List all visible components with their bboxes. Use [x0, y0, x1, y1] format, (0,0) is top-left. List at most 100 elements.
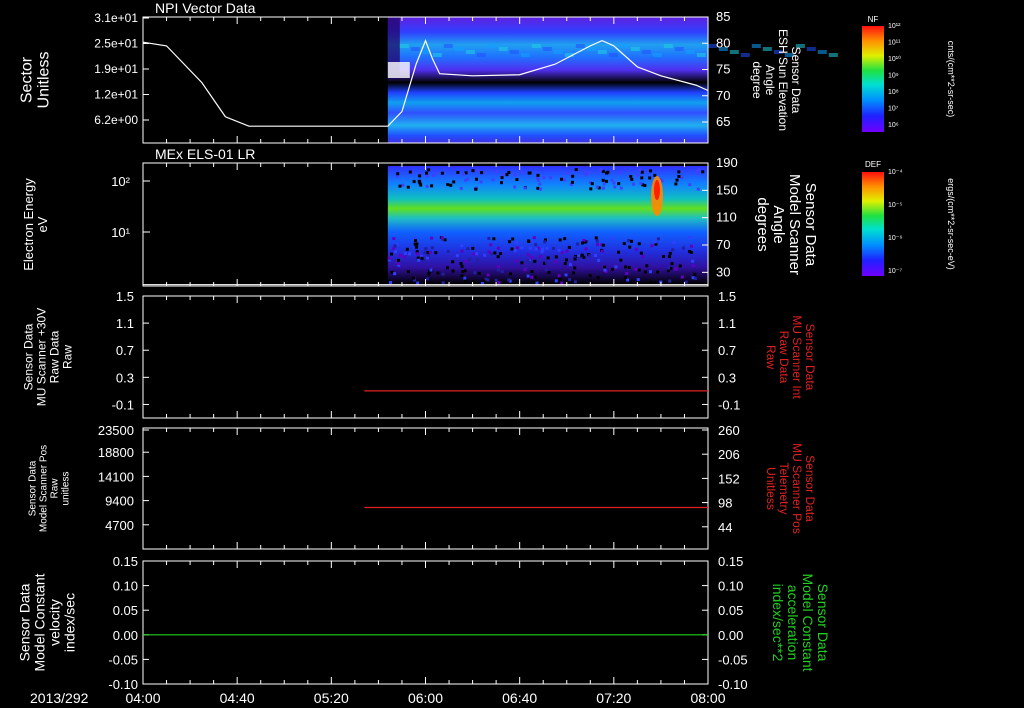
els-heatmap-speck [451, 269, 455, 273]
els-heatmap-speck [530, 275, 534, 279]
els-heatmap-speck [492, 237, 496, 241]
els-heatmap-speck [576, 242, 580, 246]
els-heatmap-speck [601, 178, 605, 182]
els-heatmap-speck [538, 255, 542, 259]
els-heatmap-speck [497, 280, 501, 284]
els-heatmap-speck [532, 280, 536, 284]
els-heatmap-speck [430, 184, 434, 188]
els-heatmap-speck [406, 270, 410, 274]
right-axis-title-line: acceleration [785, 585, 801, 661]
els-heatmap-speck [640, 176, 644, 180]
els-heatmap-speck [619, 171, 623, 175]
els-heatmap-speck [414, 239, 418, 243]
def-colorbar [862, 172, 884, 276]
npi-heatmap-cell [454, 47, 464, 51]
els-heatmap-speck [547, 270, 551, 274]
els-heatmap-speck [573, 257, 577, 261]
npi-heatmap-cell [476, 53, 486, 57]
els-heatmap-speck [527, 171, 531, 175]
els-heatmap-speck [533, 259, 537, 263]
els-heatmap-speck [627, 266, 631, 270]
right-tick-label: 0.15 [718, 554, 743, 569]
els-heatmap-speck [603, 265, 607, 269]
els-heatmap-speck [487, 236, 491, 240]
els-heatmap-speck [617, 182, 621, 186]
right-tick-label: 0.05 [718, 603, 743, 618]
npi-heatmap-cell [498, 47, 508, 51]
els-heatmap-speck [543, 240, 547, 244]
els-heatmap-speck [571, 174, 575, 178]
els-heatmap-speck [619, 186, 623, 190]
right-axis-title-line: Sensor Data [803, 324, 817, 391]
left-axis-title-line: Sector [19, 56, 36, 103]
els-heatmap-speck [674, 182, 678, 186]
right-tick-label: 70 [716, 237, 730, 252]
colorbar-tick-label: 10⁹ [888, 73, 899, 80]
npi-heatmap-cell [542, 47, 552, 51]
els-heatmap-speck [672, 240, 676, 244]
right-axis-title-line: degree [750, 61, 764, 99]
els-heatmap-speck [563, 178, 567, 182]
els-heatmap-speck [545, 246, 549, 250]
els-heatmap-speck [390, 252, 394, 256]
els-heatmap-speck [440, 236, 444, 240]
right-tick-label: 75 [716, 62, 730, 77]
els-heatmap-speck [689, 244, 693, 248]
right-axis-title-line: ESH Sun Elevation [776, 29, 790, 131]
els-heatmap-speck [639, 251, 643, 255]
els-heatmap-speck [417, 258, 421, 262]
els-heatmap-speck [534, 243, 538, 247]
left-tick-label: 23500 [98, 423, 134, 438]
right-axis-title-line: Sensor Data [802, 183, 819, 267]
els-heatmap-speck [390, 270, 394, 274]
els-heatmap-speck [526, 274, 530, 278]
els-heatmap-speck [459, 186, 463, 190]
els-heatmap-speck [573, 280, 577, 284]
left-axis-title-line: Sensor Data [17, 583, 33, 661]
npi-heatmap-cell [641, 50, 651, 54]
right-tick-label: 85 [716, 9, 730, 24]
colorbar-tick-label: 10⁻⁷ [888, 268, 902, 275]
els-heatmap-speck [637, 268, 641, 272]
right-tick-label: 80 [716, 35, 730, 50]
els-heatmap-speck [540, 250, 544, 254]
els-heatmap-speck [496, 255, 500, 259]
els-heatmap-speck [476, 168, 480, 172]
els-heatmap-speck [538, 187, 542, 191]
els-heatmap-speck [393, 244, 397, 248]
nf-colorbar [862, 26, 884, 132]
els-heatmap-speck [583, 170, 587, 174]
els-heatmap-speck [452, 180, 456, 184]
left-axis-title-line: Raw [61, 345, 75, 369]
els-heatmap-speck [462, 172, 466, 176]
els-heatmap-speck [668, 251, 672, 255]
els-heatmap-speck [460, 264, 464, 268]
els-heatmap-speck [493, 251, 497, 255]
els-heatmap-speck [641, 254, 645, 258]
els-heatmap-speck [412, 276, 416, 280]
els-heatmap-speck [542, 176, 546, 180]
right-tick-label: -0.10 [718, 677, 748, 692]
els-heatmap-speck [500, 176, 504, 180]
els-heatmap-speck [432, 173, 436, 177]
els-heatmap-speck [513, 185, 517, 189]
els-heatmap-speck [594, 236, 598, 240]
right-axis-title-line: MU Scanner Pos [790, 443, 804, 534]
left-axis-title-line: Sensor Data [22, 323, 36, 390]
colorbar-tick-label: 10¹⁰ [888, 55, 901, 63]
els-heatmap-speck [675, 178, 679, 182]
els-heatmap-speck [541, 247, 545, 251]
els-heatmap-speck [639, 181, 643, 185]
els-heatmap-speck [505, 173, 509, 177]
els-heatmap-speck [412, 180, 416, 184]
npi-heatmap-bright-cell [387, 62, 410, 78]
els-heatmap-speck [610, 236, 614, 240]
left-tick-label: 1.1 [116, 316, 134, 331]
els-heatmap-speck [631, 182, 635, 186]
left-tick-label: 0.00 [113, 628, 138, 643]
els-heatmap-speck [666, 266, 670, 270]
left-tick-label: 10¹ [111, 225, 130, 240]
right-axis-title-line: index/sec**2 [770, 584, 786, 662]
left-tick-label: 0.15 [113, 554, 138, 569]
els-heatmap-speck [528, 246, 532, 250]
